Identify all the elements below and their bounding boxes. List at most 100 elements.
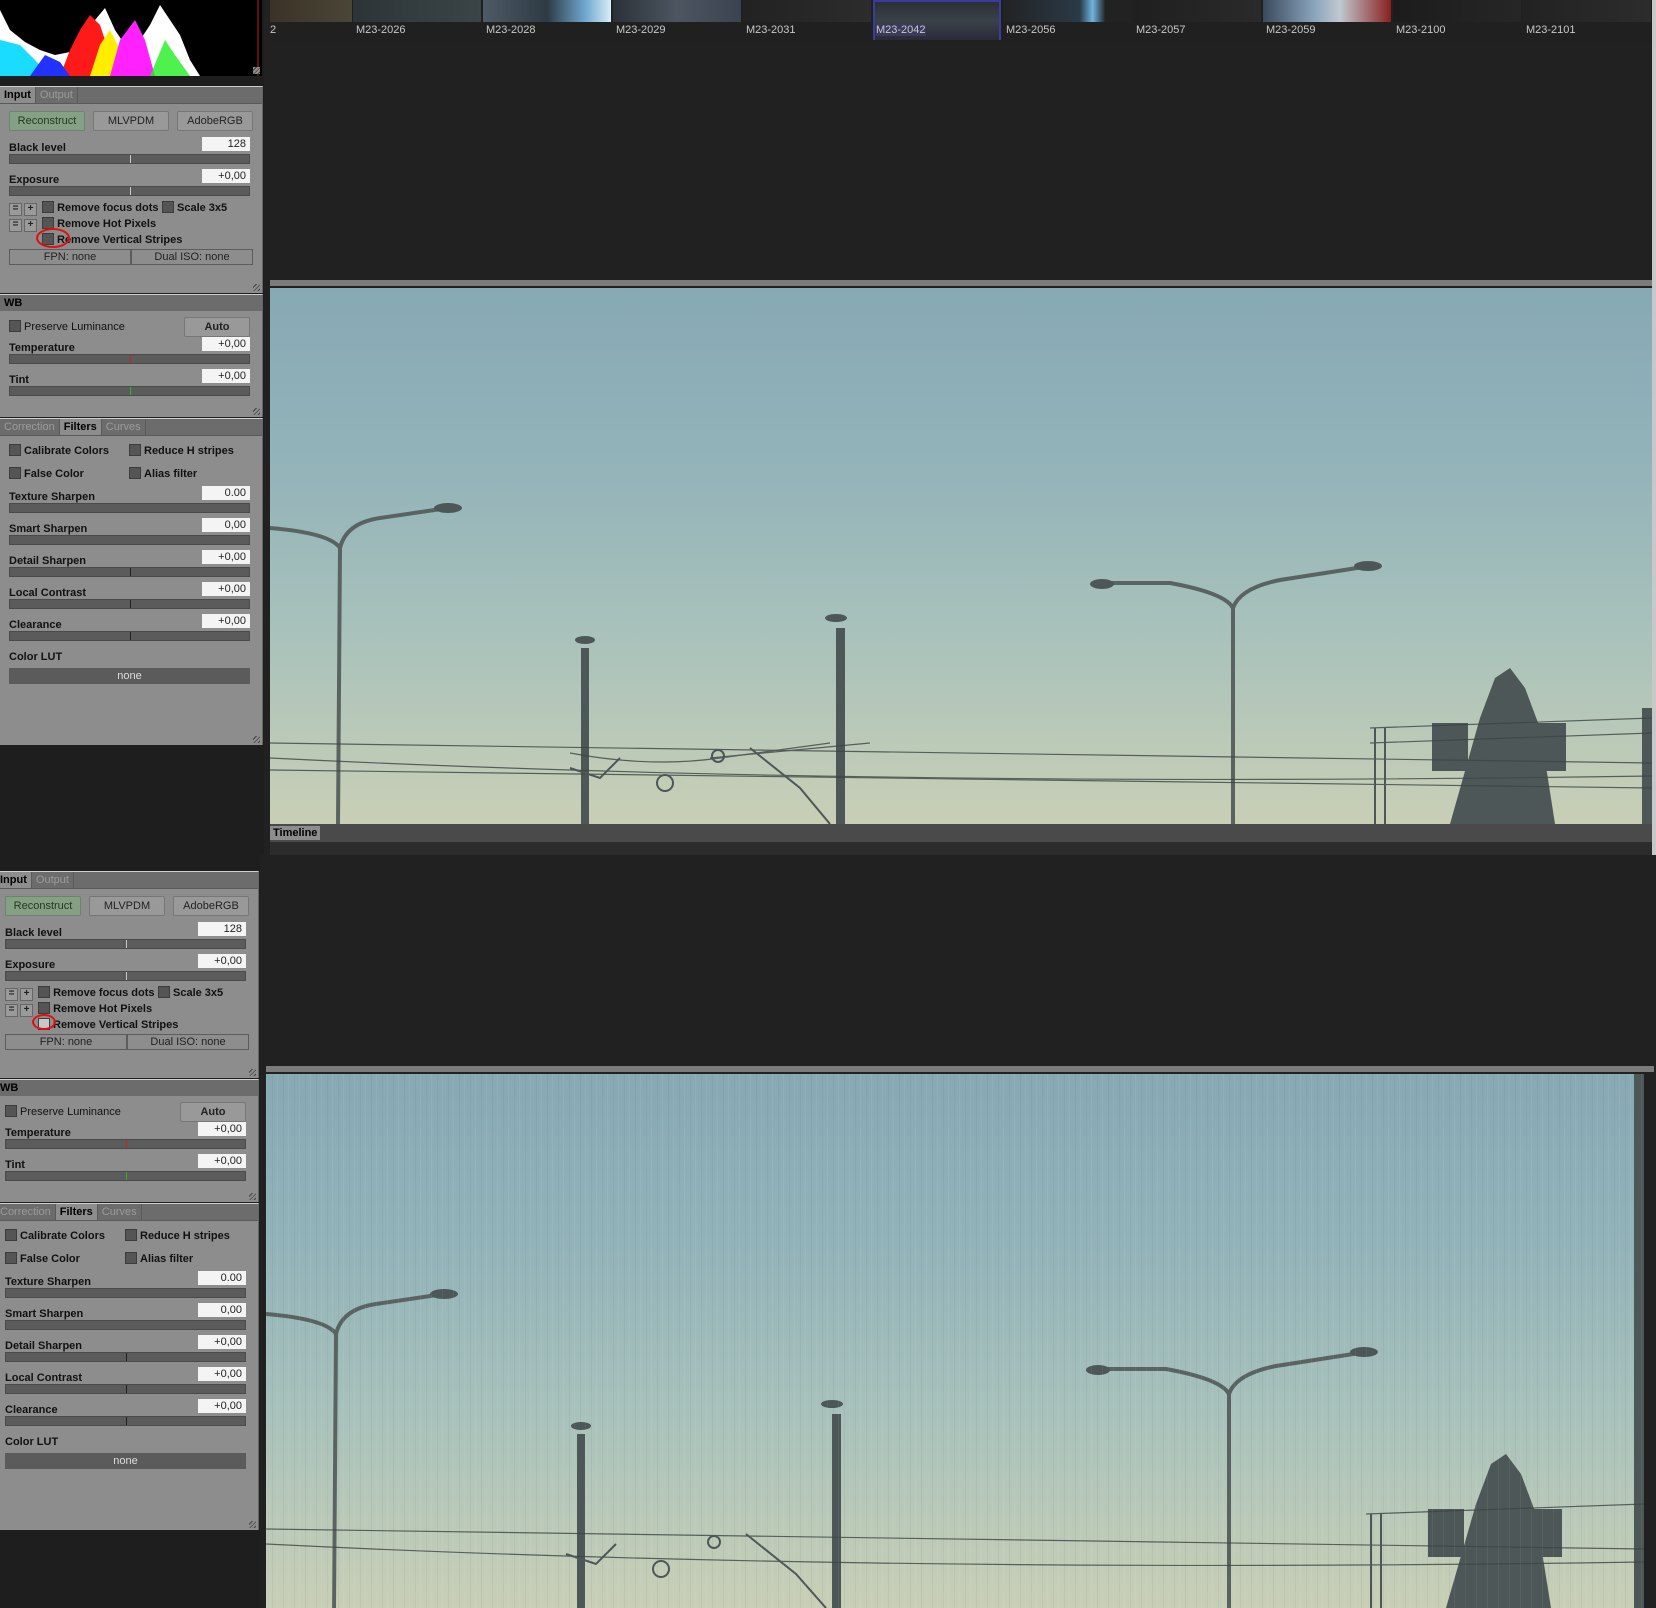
local-contrast-slider[interactable] (5, 1384, 246, 1394)
detail-sharpen-slider[interactable] (5, 1352, 246, 1362)
clip-thumbnail[interactable] (353, 0, 481, 22)
tab-filters[interactable]: Filters (55, 1204, 98, 1220)
tint-value[interactable]: +0,00 (198, 1154, 246, 1168)
fpn-dropdown[interactable]: FPN: none (5, 1034, 127, 1050)
clip-label[interactable]: M23-2100 (1396, 24, 1446, 36)
clip-thumbnail[interactable] (1003, 0, 1131, 22)
clearance-slider[interactable] (5, 1416, 246, 1426)
tab-input[interactable]: Input (0, 87, 36, 103)
clip-label[interactable]: M23-2056 (1006, 24, 1056, 36)
image-viewer[interactable] (270, 288, 1652, 824)
smart-sharpen-value[interactable]: 0,00 (202, 518, 250, 532)
black-level-value[interactable]: 128 (202, 137, 250, 151)
clearance-value[interactable]: +0,00 (202, 614, 250, 628)
false-color-checkbox[interactable] (5, 1252, 17, 1264)
local-contrast-slider[interactable] (9, 599, 250, 609)
scale-checkbox[interactable] (162, 201, 174, 213)
mlvpdm-button[interactable]: MLVPDM (89, 896, 165, 916)
texture-sharpen-value[interactable]: 0.00 (202, 486, 250, 500)
exposure-value[interactable]: +0,00 (202, 169, 250, 183)
clip-thumbnail[interactable] (1523, 0, 1651, 22)
image-viewer[interactable] (266, 1074, 1644, 1608)
fpn-dropdown[interactable]: FPN: none (9, 249, 131, 265)
clip-label[interactable]: M23-2028 (486, 24, 536, 36)
clip-label[interactable]: M23-2101 (1526, 24, 1576, 36)
tab-correction[interactable]: Correction (0, 1204, 56, 1220)
tint-slider[interactable] (9, 386, 250, 396)
local-contrast-value[interactable]: +0,00 (202, 582, 250, 596)
reconstruct-button[interactable]: Reconstruct (5, 896, 81, 916)
tab-curves[interactable]: Curves (98, 1204, 142, 1220)
clip-label[interactable]: M23-2031 (746, 24, 796, 36)
false-color-checkbox[interactable] (9, 467, 21, 479)
texture-sharpen-value[interactable]: 0.00 (198, 1271, 246, 1285)
reduce-h-stripes-checkbox[interactable] (129, 444, 141, 456)
scale-checkbox[interactable] (158, 986, 170, 998)
smart-sharpen-slider[interactable] (5, 1320, 246, 1330)
detail-sharpen-value[interactable]: +0,00 (202, 550, 250, 564)
mlvpdm-button[interactable]: MLVPDM (93, 111, 169, 131)
black-level-value[interactable]: 128 (198, 922, 246, 936)
color-lut-dropdown[interactable]: none (5, 1453, 246, 1469)
temperature-value[interactable]: +0,00 (198, 1122, 246, 1136)
black-level-slider[interactable] (5, 939, 246, 949)
texture-sharpen-slider[interactable] (5, 1288, 246, 1298)
tab-curves[interactable]: Curves (102, 419, 146, 435)
tab-correction[interactable]: Correction (0, 419, 60, 435)
calibrate-colors-checkbox[interactable] (9, 444, 21, 456)
tab-input[interactable]: Input (0, 872, 32, 888)
temperature-value[interactable]: +0,00 (202, 337, 250, 351)
preserve-luminance-checkbox[interactable] (9, 320, 21, 332)
remove-hot-pixels-checkbox[interactable] (38, 1002, 51, 1014)
smart-sharpen-value[interactable]: 0,00 (198, 1303, 246, 1317)
clip-thumbnail[interactable] (1133, 0, 1261, 22)
clip-label[interactable]: M23-2059 (1266, 24, 1316, 36)
clip-thumbnail[interactable] (613, 0, 741, 22)
detail-sharpen-slider[interactable] (9, 567, 250, 577)
reconstruct-button[interactable]: Reconstruct (9, 111, 85, 131)
remove-focus-dots-checkbox[interactable] (38, 986, 51, 998)
black-level-slider[interactable] (9, 154, 250, 164)
smart-sharpen-slider[interactable] (9, 535, 250, 545)
timeline-track[interactable] (270, 842, 1654, 855)
color-lut-dropdown[interactable]: none (9, 668, 250, 684)
preserve-luminance-checkbox[interactable] (5, 1105, 17, 1117)
tab-filters[interactable]: Filters (59, 419, 102, 435)
remove-focus-dots-checkbox[interactable] (42, 201, 55, 213)
exposure-value[interactable]: +0,00 (198, 954, 246, 968)
alias-filter-checkbox[interactable] (129, 467, 141, 479)
tint-value[interactable]: +0,00 (202, 369, 250, 383)
splitter[interactable] (266, 1066, 1654, 1072)
clip-thumbnail[interactable] (1393, 0, 1521, 22)
reduce-h-stripes-checkbox[interactable] (125, 1229, 137, 1241)
clip-label[interactable]: 2 (270, 24, 276, 36)
dual-iso-dropdown[interactable]: Dual ISO: none (127, 1034, 249, 1050)
texture-sharpen-slider[interactable] (9, 503, 250, 513)
clip-thumbnail[interactable] (743, 0, 871, 22)
temperature-slider[interactable] (9, 354, 250, 364)
clip-label[interactable]: M23-2057 (1136, 24, 1186, 36)
clip-thumbnail[interactable] (270, 0, 352, 22)
clip-label-selected[interactable]: M23-2042 (876, 24, 926, 36)
local-contrast-value[interactable]: +0,00 (198, 1367, 246, 1381)
wb-auto-button[interactable]: Auto (184, 317, 250, 337)
clearance-value[interactable]: +0,00 (198, 1399, 246, 1413)
tint-slider[interactable] (5, 1171, 246, 1181)
clip-label[interactable]: M23-2029 (616, 24, 666, 36)
clip-thumbnail[interactable] (1263, 0, 1391, 22)
clearance-slider[interactable] (9, 631, 250, 641)
calibrate-colors-checkbox[interactable] (5, 1229, 17, 1241)
wb-auto-button[interactable]: Auto (180, 1102, 246, 1122)
exposure-slider[interactable] (5, 971, 246, 981)
exposure-slider[interactable] (9, 186, 250, 196)
dual-iso-dropdown[interactable]: Dual ISO: none (131, 249, 253, 265)
tab-output[interactable]: Output (36, 87, 78, 103)
temperature-slider[interactable] (5, 1139, 246, 1149)
clip-thumbnail[interactable] (483, 0, 611, 22)
adobergb-button[interactable]: AdobeRGB (177, 111, 253, 131)
clip-label[interactable]: M23-2026 (356, 24, 406, 36)
detail-sharpen-value[interactable]: +0,00 (198, 1335, 246, 1349)
tab-output[interactable]: Output (32, 872, 74, 888)
splitter[interactable] (270, 280, 1654, 286)
adobergb-button[interactable]: AdobeRGB (173, 896, 249, 916)
